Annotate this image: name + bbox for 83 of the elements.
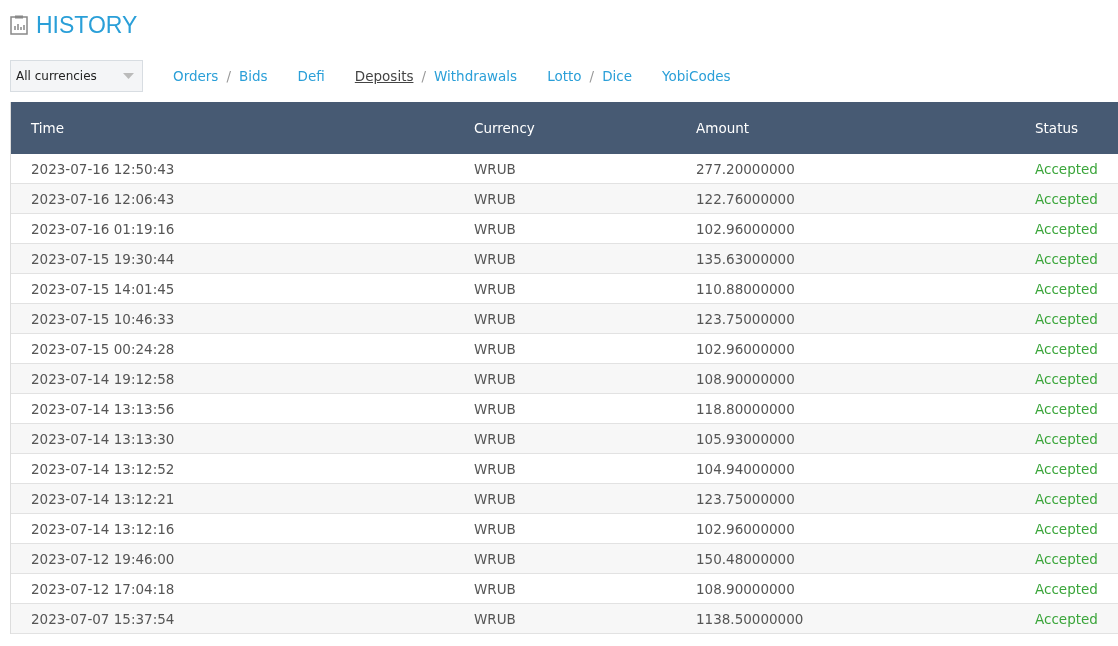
column-header: Time xyxy=(30,120,66,136)
table-cell-text: 2023-07-14 13:12:21 xyxy=(30,490,176,507)
status-cell-text: Accepted xyxy=(1034,340,1099,357)
currency-select[interactable]: All currencies xyxy=(10,60,143,92)
table-cell-text: WRUB xyxy=(473,310,517,327)
table-cell-text: 2023-07-16 12:06:43 xyxy=(30,190,176,207)
table-cell-text: WRUB xyxy=(473,490,517,507)
status-cell-text: Accepted xyxy=(1034,400,1099,417)
table-cell-text: WRUB xyxy=(473,400,517,417)
nav-link[interactable]: YobiCodes xyxy=(662,68,731,84)
table-cell-text: 2023-07-15 00:24:28 xyxy=(30,340,176,357)
column-header: Currency xyxy=(473,120,536,136)
status-cell-text: Accepted xyxy=(1034,310,1099,327)
table-cell-text: 2023-07-12 17:04:18 xyxy=(30,580,176,597)
table-cell-text: 135.63000000 xyxy=(695,250,796,267)
status-cell-text: Accepted xyxy=(1034,190,1099,207)
status-cell-text: Accepted xyxy=(1034,520,1099,537)
nav-link[interactable]: Withdrawals xyxy=(434,68,518,84)
caret-icon xyxy=(123,73,134,79)
table-cell-text: 2023-07-16 01:19:16 xyxy=(30,220,176,237)
table-cell-text: 2023-07-14 13:13:56 xyxy=(30,400,176,417)
table-cell-text: WRUB xyxy=(473,280,517,297)
table-cell-text: 2023-07-15 19:30:44 xyxy=(30,250,176,267)
status-cell-text: Accepted xyxy=(1034,460,1099,477)
nav-link[interactable]: Lotto xyxy=(547,68,582,84)
table-cell-text: WRUB xyxy=(473,370,517,387)
nav-link[interactable]: Orders xyxy=(173,68,219,84)
nav-link[interactable]: Dice xyxy=(602,68,632,84)
table-cell-text: 2023-07-07 15:37:54 xyxy=(30,610,176,627)
table-cell-text: 108.90000000 xyxy=(695,370,796,387)
table-cell-text: 2023-07-15 14:01:45 xyxy=(30,280,176,297)
table-cell-text: 102.96000000 xyxy=(695,220,796,237)
table-cell-text: WRUB xyxy=(473,460,517,477)
table-cell-text: 123.75000000 xyxy=(695,490,796,507)
table-cell-text: 150.48000000 xyxy=(695,550,796,567)
nav-link[interactable]: Defi xyxy=(297,68,325,84)
table-cell-text: 123.75000000 xyxy=(695,310,796,327)
table-cell-text: 2023-07-14 13:12:16 xyxy=(30,520,176,537)
status-cell-text: Accepted xyxy=(1034,580,1099,597)
table-cell-text: 105.93000000 xyxy=(695,430,796,447)
table-cell-text: 2023-07-15 10:46:33 xyxy=(30,310,176,327)
table-cell-text: 2023-07-14 19:12:58 xyxy=(30,370,176,387)
table-cell-text: WRUB xyxy=(473,550,517,567)
status-cell-text: Accepted xyxy=(1034,550,1099,567)
table-cell-text: 104.94000000 xyxy=(695,460,796,477)
table-cell-text: 2023-07-16 12:50:43 xyxy=(30,160,176,177)
table-cell-text: 277.20000000 xyxy=(695,160,796,177)
table-cell-text: WRUB xyxy=(473,250,517,267)
table-cell-text: 102.96000000 xyxy=(695,340,796,357)
column-header: Amount xyxy=(695,120,751,136)
table-cell-text: 110.88000000 xyxy=(695,280,796,297)
nav-link[interactable]: Deposits xyxy=(354,68,414,84)
status-cell-text: Accepted xyxy=(1034,250,1099,267)
report-icon xyxy=(10,15,28,35)
column-header: Status xyxy=(1034,120,1080,136)
nav-link[interactable]: Bids xyxy=(238,68,268,84)
status-cell-text: Accepted xyxy=(1034,160,1099,177)
table-cell-text: WRUB xyxy=(473,220,517,237)
status-cell-text: Accepted xyxy=(1034,430,1099,447)
status-cell-text: Accepted xyxy=(1034,220,1099,237)
link-separator: / xyxy=(226,68,231,84)
table-cell-text: WRUB xyxy=(473,190,517,207)
table-cell-text: 2023-07-12 19:46:00 xyxy=(30,550,176,567)
table-cell-text: WRUB xyxy=(473,520,517,537)
table-cell-text: WRUB xyxy=(473,610,517,627)
table-cell-text: 2023-07-14 13:12:52 xyxy=(30,460,176,477)
table-cell-text: 102.96000000 xyxy=(695,520,796,537)
status-cell-text: Accepted xyxy=(1034,370,1099,387)
status-cell-text: Accepted xyxy=(1034,490,1099,507)
table-cell-text: WRUB xyxy=(473,160,517,177)
table-cell-text: 2023-07-14 13:13:30 xyxy=(30,430,176,447)
table-cell-text: WRUB xyxy=(473,580,517,597)
table-cell-text: WRUB xyxy=(473,430,517,447)
status-cell-text: Accepted xyxy=(1034,280,1099,297)
table-cell-text: 1138.50000000 xyxy=(695,610,805,627)
page-title: HISTORY xyxy=(36,11,138,39)
link-separator: / xyxy=(589,68,595,84)
table-cell-text: 108.90000000 xyxy=(695,580,796,597)
table-cell-text: WRUB xyxy=(473,340,517,357)
table-cell-text: 118.80000000 xyxy=(695,400,796,417)
link-separator: / xyxy=(421,68,426,84)
table-cell-text: 122.76000000 xyxy=(695,190,796,207)
status-cell-text: Accepted xyxy=(1034,610,1099,627)
